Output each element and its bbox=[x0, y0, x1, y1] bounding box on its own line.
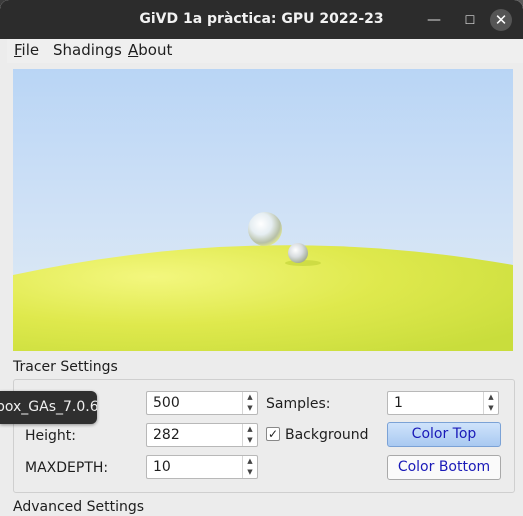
ground-plane bbox=[13, 245, 513, 351]
width-value: 500 bbox=[153, 395, 180, 411]
spin-down-icon[interactable]: ▼ bbox=[243, 403, 257, 414]
height-spinbox[interactable]: 282 ▲ ▼ bbox=[146, 423, 258, 447]
spin-down-icon[interactable]: ▼ bbox=[243, 435, 257, 446]
maxdepth-value: 10 bbox=[153, 459, 171, 475]
small-sphere bbox=[288, 243, 308, 263]
samples-spinbox[interactable]: 1 ▲ ▼ bbox=[387, 391, 499, 415]
tooltip-text: box_GAs_7.0.6 bbox=[0, 399, 97, 415]
render-viewport[interactable] bbox=[13, 69, 513, 351]
spin-down-icon[interactable]: ▼ bbox=[243, 467, 257, 478]
menu-shadings-label: Shadings bbox=[53, 41, 122, 59]
menu-shadings[interactable]: Shadings bbox=[53, 41, 122, 59]
height-spin-arrows[interactable]: ▲ ▼ bbox=[242, 424, 257, 446]
samples-value: 1 bbox=[394, 395, 403, 411]
height-label: Height: bbox=[25, 428, 76, 444]
samples-spin-arrows[interactable]: ▲ ▼ bbox=[483, 392, 498, 414]
background-checkbox[interactable]: ✓ bbox=[266, 427, 280, 441]
width-spinbox[interactable]: 500 ▲ ▼ bbox=[146, 391, 258, 415]
samples-label: Samples: bbox=[266, 396, 331, 412]
maxdepth-spinbox[interactable]: 10 ▲ ▼ bbox=[146, 455, 258, 479]
menu-about-label: bout bbox=[138, 41, 173, 59]
spin-up-icon[interactable]: ▲ bbox=[243, 456, 257, 467]
menu-about[interactable]: About bbox=[128, 41, 172, 59]
title-bar[interactable]: GiVD 1a pràctica: GPU 2022-23 — ☐ ✕ bbox=[0, 0, 523, 39]
menu-file-label: ile bbox=[21, 41, 40, 59]
spin-up-icon[interactable]: ▲ bbox=[484, 392, 498, 403]
spin-up-icon[interactable]: ▲ bbox=[243, 424, 257, 435]
large-sphere bbox=[248, 212, 282, 246]
color-top-button[interactable]: Color Top bbox=[387, 422, 501, 447]
height-value: 282 bbox=[153, 427, 180, 443]
width-spin-arrows[interactable]: ▲ ▼ bbox=[242, 392, 257, 414]
menu-bar: File Shadings About bbox=[7, 39, 523, 63]
advanced-settings-title[interactable]: Advanced Settings bbox=[13, 499, 144, 515]
maxdepth-label: MAXDEPTH: bbox=[25, 460, 109, 476]
taskbar-tooltip: box_GAs_7.0.6 bbox=[0, 391, 97, 424]
maximize-icon[interactable]: ☐ bbox=[459, 9, 481, 31]
app-window: GiVD 1a pràctica: GPU 2022-23 — ☐ ✕ File… bbox=[0, 0, 523, 516]
spin-down-icon[interactable]: ▼ bbox=[484, 403, 498, 414]
menu-file-mnemonic: F bbox=[14, 41, 22, 59]
color-bottom-button[interactable]: Color Bottom bbox=[387, 455, 501, 480]
rendered-scene bbox=[13, 212, 513, 351]
menu-about-mnemonic: A bbox=[128, 41, 139, 59]
spin-up-icon[interactable]: ▲ bbox=[243, 392, 257, 403]
tracer-settings-title: Tracer Settings bbox=[13, 359, 118, 375]
maxdepth-spin-arrows[interactable]: ▲ ▼ bbox=[242, 456, 257, 478]
minimize-icon[interactable]: — bbox=[423, 9, 445, 31]
close-icon[interactable]: ✕ bbox=[490, 9, 512, 31]
menu-file[interactable]: File bbox=[14, 41, 39, 59]
background-label[interactable]: Background bbox=[285, 427, 369, 443]
